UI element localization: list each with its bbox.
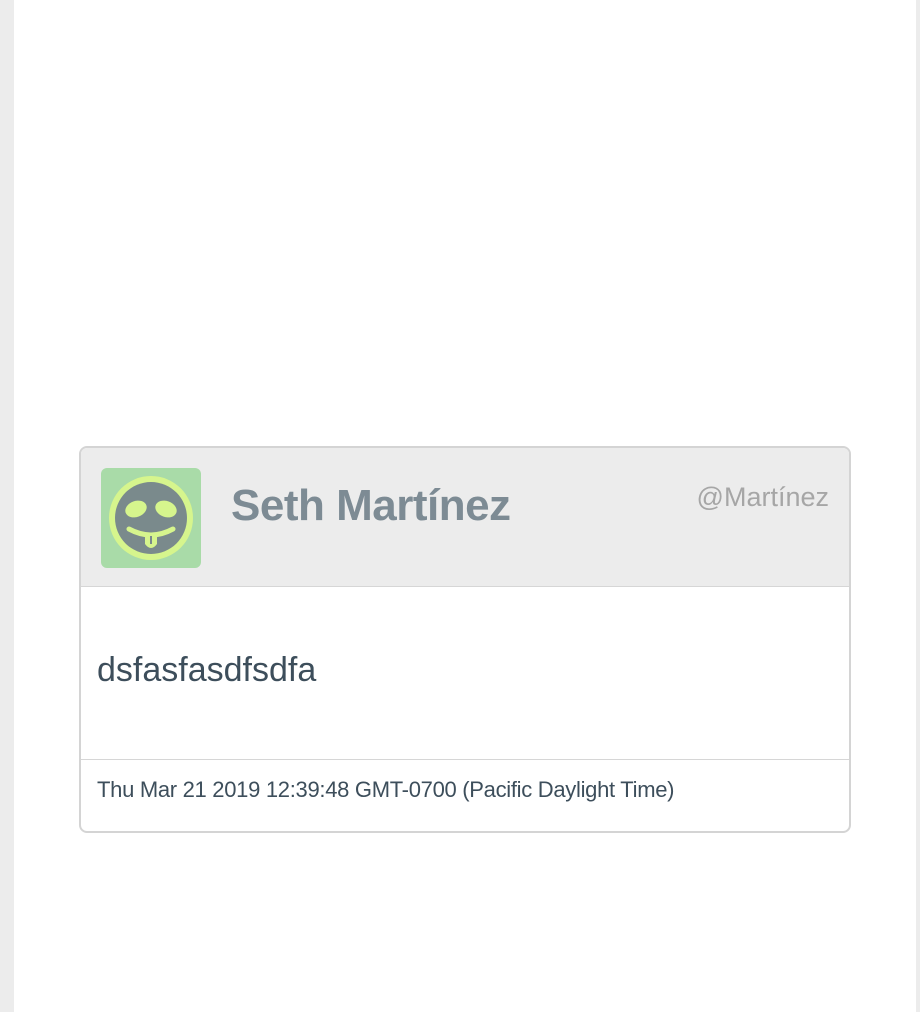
tweet-card-footer: Thu Mar 21 2019 12:39:48 GMT-0700 (Pacif… <box>81 760 849 831</box>
tweet-timestamp: Thu Mar 21 2019 12:39:48 GMT-0700 (Pacif… <box>97 777 675 802</box>
user-handle[interactable]: @Martínez <box>697 480 829 514</box>
page-content: Seth Martínez @Martínez dsfasfasdfsdfa T… <box>14 0 916 1012</box>
tweet-card-header: Seth Martínez @Martínez <box>81 448 849 587</box>
tweet-text: dsfasfasdfsdfa <box>97 651 317 689</box>
tweet-card: Seth Martínez @Martínez dsfasfasdfsdfa T… <box>79 446 851 833</box>
tweet-card-body: dsfasfasdfsdfa <box>81 587 849 760</box>
avatar[interactable] <box>101 468 201 568</box>
display-name[interactable]: Seth Martínez <box>231 478 511 534</box>
tongue-out-face-icon <box>109 476 193 560</box>
